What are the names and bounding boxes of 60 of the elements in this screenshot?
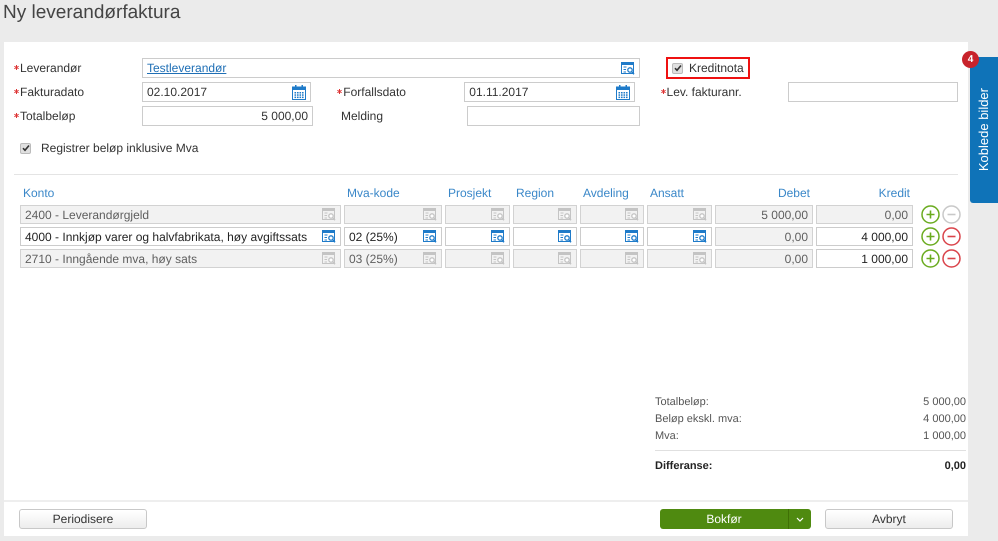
add-row-icon[interactable] [921, 205, 940, 224]
column-header: Region [516, 186, 554, 200]
date-field[interactable]: 02.10.2017 [142, 82, 311, 102]
lookup-icon[interactable] [625, 230, 639, 243]
calendar-icon[interactable] [616, 84, 630, 100]
summary-value: 1 000,00 [923, 428, 966, 444]
amount-field[interactable]: 5 000,00 [142, 106, 313, 126]
lookup-icon[interactable] [621, 62, 635, 74]
checkbox-label: Kreditnota [689, 60, 744, 77]
lookup-field[interactable]: 02 (25%) [344, 227, 442, 246]
column-header: Konto [23, 186, 54, 200]
input-field[interactable] [788, 82, 958, 102]
amount-field[interactable]: 1 000,00 [816, 249, 913, 268]
bokfor-button[interactable]: Bokfør [660, 509, 788, 529]
summary-label: Mva: [655, 428, 679, 444]
summary-label: Totalbeløp: [655, 394, 709, 410]
field-label: Forfallsdato [343, 84, 406, 101]
summary-label: Differanse: [655, 458, 712, 474]
column-header: Debet [778, 186, 810, 200]
remove-row-icon[interactable] [942, 249, 961, 268]
checkbox[interactable] [20, 142, 31, 154]
lookup-icon[interactable] [423, 230, 437, 243]
column-header: Mva-kode [347, 186, 400, 200]
lookup-field[interactable] [647, 227, 712, 246]
amount-field[interactable]: 4 000,00 [816, 227, 913, 246]
date-field[interactable]: 01.11.2017 [464, 82, 635, 102]
lookup-field[interactable] [445, 227, 510, 246]
lookup-icon[interactable] [491, 230, 505, 243]
remove-row-icon[interactable] [942, 227, 961, 246]
column-header: Ansatt [650, 186, 684, 200]
lookup-icon[interactable] [693, 230, 707, 243]
supplier-link[interactable]: Testleverandør [147, 59, 226, 77]
field-label: Fakturadato [20, 84, 84, 101]
column-header: Kredit [878, 186, 910, 200]
field-label: Lev. fakturanr. [666, 84, 742, 101]
checkbox-label: Registrer beløp inklusive Mva [41, 140, 198, 157]
chevron-down-icon [796, 516, 804, 522]
summary-value: 5 000,00 [923, 394, 966, 410]
add-row-icon[interactable] [921, 249, 940, 268]
supplier-field[interactable]: Testleverandør [142, 58, 640, 78]
summary-value: 0,00 [944, 458, 966, 474]
lookup-icon[interactable] [558, 230, 572, 243]
column-header: Avdeling [583, 186, 629, 200]
summary-value: 4 000,00 [923, 412, 966, 427]
checkbox[interactable] [672, 62, 683, 74]
add-row-icon[interactable] [921, 227, 940, 246]
lookup-field[interactable]: 4000 - Innkjøp varer og halvfabrikata, høy avgiftssats [20, 227, 341, 246]
lookup-field[interactable] [513, 227, 577, 246]
periodisere-button[interactable]: Periodisere [19, 509, 147, 529]
avbryt-button[interactable]: Avbryt [825, 509, 953, 529]
page-title: Ny leverandørfaktura [2, 1, 182, 25]
field-label: Leverandør [20, 60, 82, 77]
lookup-field[interactable] [580, 227, 644, 246]
summary-label: Beløp ekskl. mva: [655, 412, 742, 427]
field-label: Totalbeløp [20, 108, 76, 125]
field-label: Melding [340, 108, 384, 125]
input-field[interactable] [467, 106, 640, 126]
calendar-icon[interactable] [292, 84, 306, 100]
column-header: Prosjekt [448, 186, 492, 200]
lookup-icon[interactable] [322, 230, 336, 243]
